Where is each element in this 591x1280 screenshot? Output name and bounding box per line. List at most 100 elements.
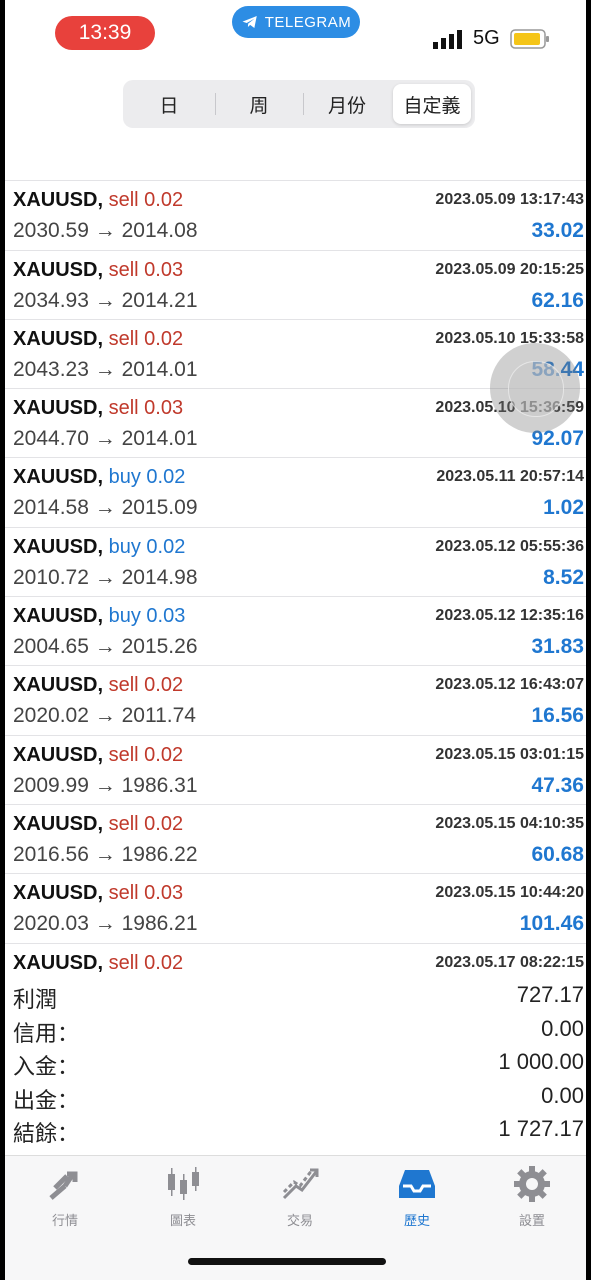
chart-icon xyxy=(168,1167,199,1200)
tab-quotes[interactable]: 行情 xyxy=(25,1164,105,1234)
trade-row[interactable]: XAUUSD, buy 0.03 2023.05.12 12:35:16 2004.… xyxy=(5,597,586,667)
summary-row: 入金： 1 000.00 xyxy=(5,1047,586,1081)
tab-label-trade: 交易 xyxy=(286,1213,313,1228)
summary-label: 結餘： xyxy=(13,1121,80,1146)
trade-prices: 2043.23 → 2014.01 xyxy=(13,357,198,381)
segment-day[interactable]: 日 xyxy=(129,84,209,124)
gear-icon xyxy=(514,1166,550,1202)
trade-side: buy 0.02 xyxy=(108,535,186,558)
telegram-icon xyxy=(242,16,257,28)
trade-symbol: XAUUSD, sell 0.02 xyxy=(13,674,184,697)
summary-row: 信用： 0.00 xyxy=(5,1014,586,1048)
trade-prices: 2030.59 → 2014.08 xyxy=(13,219,198,243)
history-icon xyxy=(399,1170,435,1198)
quotes-icon xyxy=(49,1171,78,1200)
trade-row[interactable]: XAUUSD, buy 0.02 2023.05.11 20:57:14 2014.… xyxy=(5,458,586,528)
trade-profit: 8.52 xyxy=(543,565,584,589)
trade-profit: 16.56 xyxy=(531,704,584,728)
trade-side: sell 0.02 xyxy=(108,674,184,697)
trade-row[interactable]: XAUUSD, sell 0.02 2023.05.12 16:43:07 2020… xyxy=(5,666,586,736)
summary-value: 727.17 xyxy=(516,982,584,1007)
trade-time: 2023.05.11 20:57:14 xyxy=(436,468,584,486)
trade-time: 2023.05.15 04:10:35 xyxy=(435,814,584,832)
trade-side: sell 0.03 xyxy=(108,882,184,905)
trade-symbol: XAUUSD, buy 0.02 xyxy=(13,466,186,489)
tab-label-history: 歷史 xyxy=(403,1213,430,1228)
summary-row: 結餘： 1 727.17 xyxy=(5,1114,586,1148)
app-screen: 13:39 TELEGRAM 5G 日 周 月份 自定義 XAUUSD, sel… xyxy=(5,0,586,1280)
telegram-label: TELEGRAM xyxy=(264,13,352,31)
assistive-touch-button[interactable] xyxy=(490,343,580,433)
trade-profit: 1.02 xyxy=(543,496,584,520)
trade-row[interactable]: XAUUSD, buy 0.02 2023.05.12 05:55:36 2010.… xyxy=(5,528,586,598)
trade-prices: 2010.72 → 2014.98 xyxy=(13,565,198,589)
trade-row[interactable]: XAUUSD, sell 0.02 2023.05.15 04:10:35 2016… xyxy=(5,805,586,875)
trade-side: sell 0.02 xyxy=(108,743,184,766)
trade-side: sell 0.02 xyxy=(108,951,184,972)
account-summary: 利潤 727.17 信用： 0.00 入金： 1 000.00 出金： 0.00 結餘： 1 72… xyxy=(5,980,586,1150)
assistive-touch-inner xyxy=(508,361,564,417)
trade-time: 2023.05.12 16:43:07 xyxy=(435,676,584,694)
trade-side: sell 0.02 xyxy=(108,812,184,835)
trade-side: sell 0.02 xyxy=(108,327,184,350)
segment-custom[interactable]: 自定義 xyxy=(393,84,471,124)
summary-value: 1 000.00 xyxy=(498,1049,584,1074)
trade-time: 2023.05.17 08:22:15 xyxy=(435,953,584,971)
trade-history-list[interactable]: XAUUSD, sell 0.02 2023.05.09 13:17:43 2030… xyxy=(5,132,586,972)
tab-label-settings: 設置 xyxy=(518,1213,545,1228)
summary-label: 出金： xyxy=(13,1087,80,1113)
home-indicator[interactable] xyxy=(188,1258,386,1265)
summary-value: 1 727.17 xyxy=(498,1116,584,1141)
trade-symbol: XAUUSD, buy 0.03 xyxy=(13,605,186,628)
trade-symbol: XAUUSD, sell 0.03 xyxy=(13,397,184,420)
summary-value: 0.00 xyxy=(541,1015,584,1041)
segment-divider xyxy=(215,93,216,115)
trade-prices: 2009.99 → 1986.31 xyxy=(13,773,198,797)
trade-symbol: XAUUSD, sell 0.02 xyxy=(13,951,184,972)
trade-profit: 62.16 xyxy=(531,288,584,312)
trade-row[interactable]: XAUUSD, sell 0.03 2023.05.09 20:15:25 2034… xyxy=(5,251,586,320)
trade-row[interactable]: XAUUSD, sell 0.022023.05.17 08:22:151990… xyxy=(5,944,586,972)
telegram-indicator[interactable]: TELEGRAM xyxy=(232,6,360,38)
summary-label: 入金： xyxy=(13,1054,80,1079)
tab-trade[interactable]: 交易 xyxy=(260,1164,340,1234)
network-type: 5G xyxy=(473,27,500,49)
trade-time: 2023.05.12 05:55:36 xyxy=(435,537,584,555)
summary-value: 0.00 xyxy=(541,1082,584,1108)
trade-side: sell 0.03 xyxy=(108,258,184,281)
trade-row[interactable]: XAUUSD, sell 0.03 2023.05.15 10:44:20 2020… xyxy=(5,874,586,944)
partial-row xyxy=(5,132,586,182)
trade-profit: 101.46 xyxy=(519,912,584,936)
trade-symbol: XAUUSD, sell 0.02 xyxy=(13,812,184,835)
trade-time: 2023.05.09 20:15:25 xyxy=(435,260,584,278)
trade-side: sell 0.03 xyxy=(108,397,184,420)
trade-time: 2023.05.09 13:17:43 xyxy=(435,191,584,209)
tab-chart[interactable]: 圖表 xyxy=(143,1164,223,1234)
summary-row: 利潤 727.17 xyxy=(5,980,586,1014)
tab-label-quotes: 行情 xyxy=(51,1213,78,1228)
tab-history[interactable]: 歷史 xyxy=(377,1164,457,1234)
segment-week[interactable]: 周 xyxy=(217,84,301,124)
status-time[interactable]: 13:39 xyxy=(55,16,155,50)
trade-side: buy 0.03 xyxy=(108,605,186,628)
tab-settings[interactable]: 設置 xyxy=(492,1164,572,1234)
segment-month[interactable]: 月份 xyxy=(305,84,389,124)
trade-prices: 2034.93 → 2014.21 xyxy=(13,288,198,312)
tab-label-chart: 圖表 xyxy=(169,1213,196,1228)
trade-profit: 60.68 xyxy=(531,842,584,866)
trade-time: 2023.05.10 15:33:58 xyxy=(435,329,584,347)
segment-divider xyxy=(303,93,304,115)
trade-time: 2023.05.12 12:35:16 xyxy=(435,607,584,625)
trade-prices: 2014.58 → 2015.09 xyxy=(13,496,198,520)
summary-label: 利潤 xyxy=(13,987,58,1012)
trade-prices: 2020.03 → 1986.21 xyxy=(13,912,198,936)
trade-row[interactable]: XAUUSD, sell 0.02 2023.05.09 13:17:43 2030… xyxy=(5,181,586,251)
trade-profit: 47.36 xyxy=(531,773,584,797)
signal-icon xyxy=(433,30,462,49)
trade-history-rows: XAUUSD, sell 0.02 2023.05.09 13:17:43 2030… xyxy=(5,132,586,972)
trade-side: buy 0.02 xyxy=(108,466,186,489)
trade-side: sell 0.02 xyxy=(108,189,184,212)
period-segmented-control: 日 周 月份 自定義 xyxy=(123,80,475,128)
summary-label: 信用： xyxy=(13,1020,80,1046)
trade-row[interactable]: XAUUSD, sell 0.02 2023.05.15 03:01:15 2009… xyxy=(5,736,586,805)
